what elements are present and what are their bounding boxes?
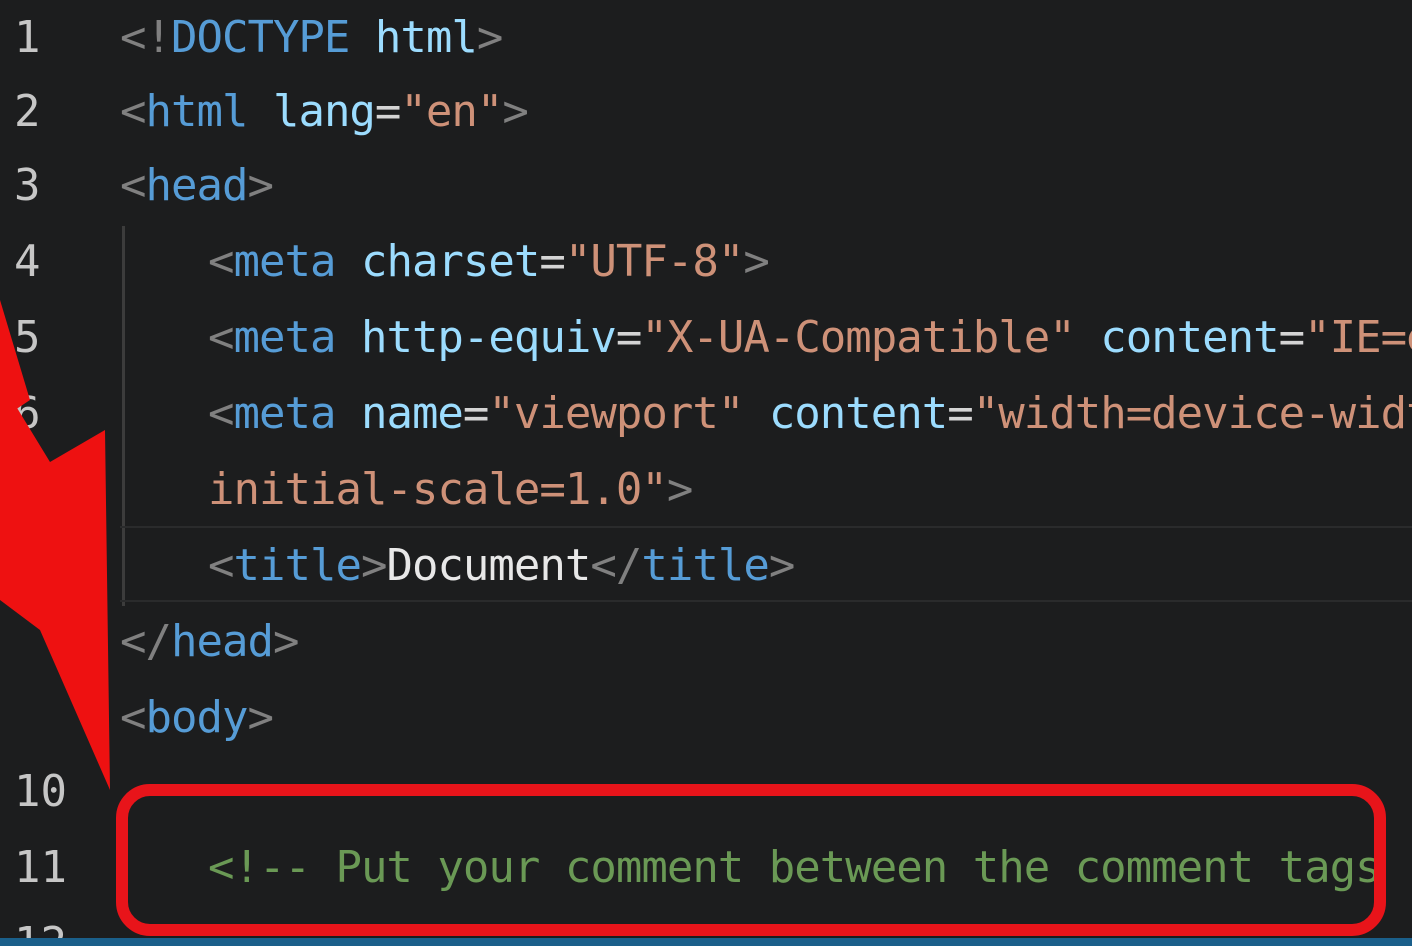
bracket: </ <box>590 540 642 591</box>
line-number <box>0 604 80 680</box>
code-line[interactable]: </head> <box>0 604 1412 680</box>
bracket: > <box>502 86 528 137</box>
line-number <box>0 528 80 604</box>
doctype-value: html <box>349 12 478 63</box>
bracket: < <box>208 388 234 439</box>
tag-name: head <box>145 160 249 211</box>
line-content: <title>Document</title> <box>208 528 795 604</box>
tag-name: html <box>145 86 249 137</box>
equals: = <box>1278 312 1305 363</box>
bracket: > <box>476 12 503 63</box>
line-content: <meta http-equiv="X-UA-Compatible" conte… <box>208 300 1412 376</box>
bracket: > <box>743 236 769 287</box>
tag-name: body <box>145 692 249 743</box>
status-strip <box>0 938 1412 946</box>
attribute-name: lang <box>247 86 376 137</box>
attribute-value: initial-scale=1.0" <box>208 464 668 515</box>
attribute-name: name <box>335 388 464 439</box>
code-line-wrapped[interactable]: initial-scale=1.0"> <box>0 452 1412 528</box>
equals: = <box>374 86 401 137</box>
line-number <box>0 680 80 756</box>
line-number: 10 <box>14 766 67 817</box>
code-line[interactable]: 6 <meta name="viewport" content="width=d… <box>0 376 1412 452</box>
bracket: > <box>247 160 273 211</box>
line-content: <html lang="en"> <box>120 74 529 150</box>
code-line[interactable]: 2 <html lang="en"> <box>0 74 1412 150</box>
line-content: <meta charset="UTF-8"> <box>208 224 770 300</box>
tag-name: title <box>233 540 362 591</box>
line-number: 1 <box>14 12 41 63</box>
line-number <box>0 452 80 528</box>
bracket: < <box>120 692 146 743</box>
attribute-value: "width=device-width, <box>972 388 1412 439</box>
code-line[interactable]: <body> <box>0 680 1412 756</box>
equals: = <box>947 388 973 439</box>
equals: = <box>615 312 642 363</box>
attribute-value: "en" <box>400 86 503 137</box>
line-number: 11 <box>14 842 67 893</box>
bracket: < <box>208 236 234 287</box>
code-line[interactable]: 4 <meta charset="UTF-8"> <box>0 224 1412 300</box>
tag-name: title <box>641 540 769 591</box>
bracket: > <box>666 464 693 515</box>
line-number: 4 <box>14 236 41 287</box>
bracket: < <box>120 160 146 211</box>
tag-name: meta <box>233 312 337 363</box>
doctype-keyword: DOCTYPE <box>170 12 350 63</box>
line-number: 6 <box>14 388 41 439</box>
equals: = <box>462 388 489 439</box>
line-content: <!DOCTYPE html> <box>120 0 503 76</box>
code-line[interactable]: <title>Document</title> <box>0 528 1412 604</box>
bracket: > <box>272 616 299 667</box>
code-line[interactable]: 1 <!DOCTYPE html> <box>0 0 1412 76</box>
bracket: > <box>768 540 795 591</box>
line-content: initial-scale=1.0"> <box>208 452 693 528</box>
bracket: < <box>120 86 146 137</box>
line-content: <body> <box>120 680 274 756</box>
annotation-highlight-box <box>116 784 1386 936</box>
attribute-name: http-equiv <box>335 312 617 363</box>
tag-name: meta <box>233 236 337 287</box>
bracket: </ <box>120 616 172 667</box>
attribute-value: "IE=edge" <box>1304 312 1412 363</box>
attribute-value: "viewport" <box>488 388 744 439</box>
attribute-name: charset <box>335 236 540 287</box>
code-line[interactable]: 5 <meta http-equiv="X-UA-Compatible" con… <box>0 300 1412 376</box>
line-number: 5 <box>14 312 41 363</box>
line-number: 2 <box>14 86 41 137</box>
code-line[interactable]: 3 <head> <box>0 148 1412 224</box>
line-content: </head> <box>120 604 299 680</box>
code-editor[interactable]: 1 <!DOCTYPE html> 2 <html lang="en"> 3 <… <box>0 0 1412 946</box>
tag-name: meta <box>233 388 337 439</box>
tag-name: head <box>170 616 274 667</box>
line-content: <meta name="viewport" content="width=dev… <box>208 376 1412 452</box>
line-content: <head> <box>120 148 274 224</box>
text-content: Document <box>386 540 591 591</box>
line-number: 3 <box>14 160 41 211</box>
bracket: > <box>247 692 273 743</box>
attribute-value: "X-UA-Compatible" <box>641 312 1075 363</box>
attribute-value: "UTF-8" <box>564 236 744 287</box>
bracket: > <box>360 540 387 591</box>
bracket: < <box>208 540 234 591</box>
attribute-name: content <box>1074 312 1279 363</box>
bracket: <! <box>120 12 172 63</box>
attribute-name: content <box>743 388 948 439</box>
bracket: < <box>208 312 234 363</box>
equals: = <box>539 236 565 287</box>
